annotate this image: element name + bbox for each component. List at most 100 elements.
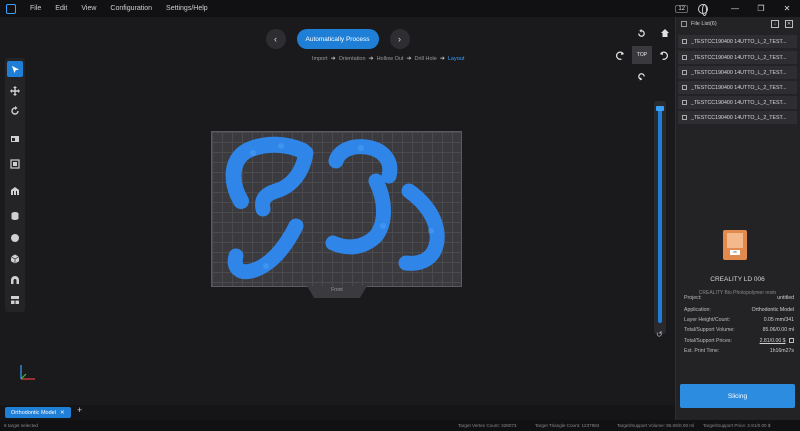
file-checkbox[interactable]	[682, 70, 687, 75]
info-key: Project:	[684, 295, 702, 301]
printer-name: CREALITY LD 006	[710, 276, 765, 283]
cube-icon[interactable]	[7, 251, 23, 267]
rotate-right-icon[interactable]	[659, 51, 668, 62]
arrow-right-icon: ➔	[330, 56, 336, 62]
sphere-icon[interactable]	[7, 230, 23, 246]
file-row[interactable]: _TESTCC190400 14UTTO_L_2_TEST...	[678, 96, 797, 109]
right-panel: File List(6) ↓ ✕ _TESTCC190400 14UTTO_L_…	[675, 17, 800, 420]
axes-indicator-icon	[20, 365, 35, 380]
process-nav: ‹ Automatically Process ›	[0, 29, 675, 49]
language-globe-icon[interactable]	[698, 3, 708, 16]
arch-icon[interactable]	[7, 272, 23, 288]
hollow-icon[interactable]	[7, 208, 23, 224]
step-breadcrumb: Import ➔ Orientation ➔ Hollow Out ➔ Dril…	[312, 55, 465, 63]
dental-model-3	[328, 139, 398, 184]
support-price: Target/Support Price: 2.81/0.00 $	[703, 423, 771, 428]
plate-front-label: Front	[331, 287, 343, 293]
app-logo-icon	[6, 3, 16, 14]
selection-status: 6 target selected	[4, 423, 38, 428]
file-checkbox[interactable]	[682, 55, 687, 60]
delete-file-icon[interactable]: ✕	[785, 20, 793, 28]
file-checkbox[interactable]	[682, 100, 687, 105]
step-import[interactable]: Import	[312, 56, 328, 62]
tab-label: Orthodontic Model	[11, 409, 56, 416]
layer-slider[interactable]	[654, 101, 666, 334]
slider-reset-icon[interactable]: ↺	[656, 330, 663, 339]
menu-configuration[interactable]: Configuration	[110, 5, 152, 12]
info-value: untitled	[777, 295, 794, 301]
file-name: _TESTCC190400 14UTTO_L_2_TEST...	[691, 38, 787, 45]
info-value: 0.05 mm/341	[763, 317, 794, 323]
slicing-button[interactable]: Slicing	[680, 384, 795, 408]
file-name: _TESTCC190400 14UTTO_L_2_TEST...	[691, 99, 787, 106]
rotate-down-icon[interactable]	[637, 72, 646, 83]
menu-view[interactable]: View	[81, 5, 96, 12]
file-checkbox[interactable]	[682, 115, 687, 120]
copy-icon[interactable]	[789, 338, 794, 344]
support-volume: Target/Support Volume: 85.06/0.00 ml	[617, 423, 695, 428]
move-icon[interactable]	[7, 83, 23, 99]
menu-edit[interactable]: Edit	[55, 5, 67, 12]
file-row[interactable]: _TESTCC190400 14UTTO_L_2_TEST...	[678, 66, 797, 79]
select-all-checkbox[interactable]	[681, 21, 687, 27]
file-name: _TESTCC190400 14UTTO_L_2_TEST...	[691, 54, 787, 61]
menu-settings-help[interactable]: Settings/Help	[166, 5, 208, 12]
support-icon[interactable]	[7, 183, 23, 199]
file-row[interactable]: _TESTCC190400 14UTTO_L_2_TEST...	[678, 81, 797, 94]
window-controls: 12 — ❐ ✕	[675, 0, 800, 17]
automatically-process-button[interactable]: Automatically Process	[296, 29, 379, 49]
restore-button[interactable]: ❐	[748, 0, 774, 17]
file-row[interactable]: _TESTCC190400 14UTTO_L_2_TEST...	[678, 51, 797, 64]
tab-orthodontic-model[interactable]: Orthodontic Model ✕	[5, 407, 71, 418]
status-bar: 6 target selected Target Vertex Count: 3…	[0, 420, 800, 431]
notification-badge[interactable]: 12	[675, 4, 688, 13]
close-button[interactable]: ✕	[774, 0, 800, 17]
rotate-ccw-icon[interactable]	[637, 29, 646, 40]
step-hollow-out[interactable]: Hollow Out	[377, 56, 404, 62]
triangle-count: Target Triangle Count: 1237984	[535, 423, 600, 428]
dental-model-2	[255, 145, 314, 217]
arrow-right-icon: ➔	[406, 56, 412, 62]
import-file-icon[interactable]: ↓	[771, 20, 779, 28]
scale-icon[interactable]	[7, 131, 23, 147]
view-cube-top[interactable]: TOP	[632, 46, 652, 64]
arrow-right-icon: ➔	[368, 56, 374, 62]
printer-window	[727, 233, 743, 248]
layout-icon[interactable]	[7, 292, 23, 308]
minimize-button[interactable]: —	[722, 0, 748, 17]
dental-models[interactable]	[211, 131, 462, 287]
info-value: 85.06/0.00 ml	[762, 327, 794, 333]
file-checkbox[interactable]	[682, 85, 687, 90]
printer-image[interactable]: 06	[723, 230, 747, 260]
file-row[interactable]: _TESTCC190400 14UTTO_L_2_TEST...	[678, 35, 797, 48]
file-name: _TESTCC190400 14UTTO_L_2_TEST...	[691, 84, 787, 91]
menu-file[interactable]: File	[30, 5, 41, 12]
file-row[interactable]: _TESTCC190400 14UTTO_L_2_TEST...	[678, 111, 797, 124]
viewport-3d[interactable]: ‹ Automatically Process › Import ➔ Orien…	[0, 17, 675, 405]
vertex-count: Target Vertex Count: 328073	[458, 423, 517, 428]
dental-model-5	[398, 183, 445, 271]
file-name: _TESTCC190400 14UTTO_L_2_TEST...	[691, 114, 787, 121]
add-tab-button[interactable]: +	[77, 405, 82, 415]
file-list-title: File List(6)	[691, 21, 717, 27]
close-icon[interactable]: ✕	[60, 410, 65, 416]
info-key: Layer Height/Count:	[684, 317, 731, 323]
left-toolbar	[5, 58, 25, 312]
file-checkbox[interactable]	[682, 39, 687, 44]
step-layout[interactable]: Layout	[448, 56, 465, 62]
previous-step-button[interactable]: ‹	[265, 29, 286, 49]
step-orientation[interactable]: Orientation	[339, 56, 366, 62]
price-link[interactable]: 2.81/0.00 $	[760, 338, 786, 344]
rotate-icon[interactable]	[7, 103, 23, 119]
home-icon[interactable]	[660, 28, 670, 40]
mirror-icon[interactable]	[7, 156, 23, 172]
next-step-button[interactable]: ›	[389, 29, 410, 49]
printer-screen: 06	[730, 250, 740, 255]
layer-slider-fill	[658, 109, 662, 323]
layer-slider-handle[interactable]	[656, 106, 664, 111]
step-drill-hole[interactable]: Drill Hole	[415, 56, 437, 62]
select-icon[interactable]	[7, 61, 23, 77]
rotate-left-icon[interactable]	[616, 51, 625, 62]
info-value-group: 2.81/0.00 $	[760, 338, 794, 344]
file-list-header: File List(6) ↓ ✕	[676, 17, 800, 31]
